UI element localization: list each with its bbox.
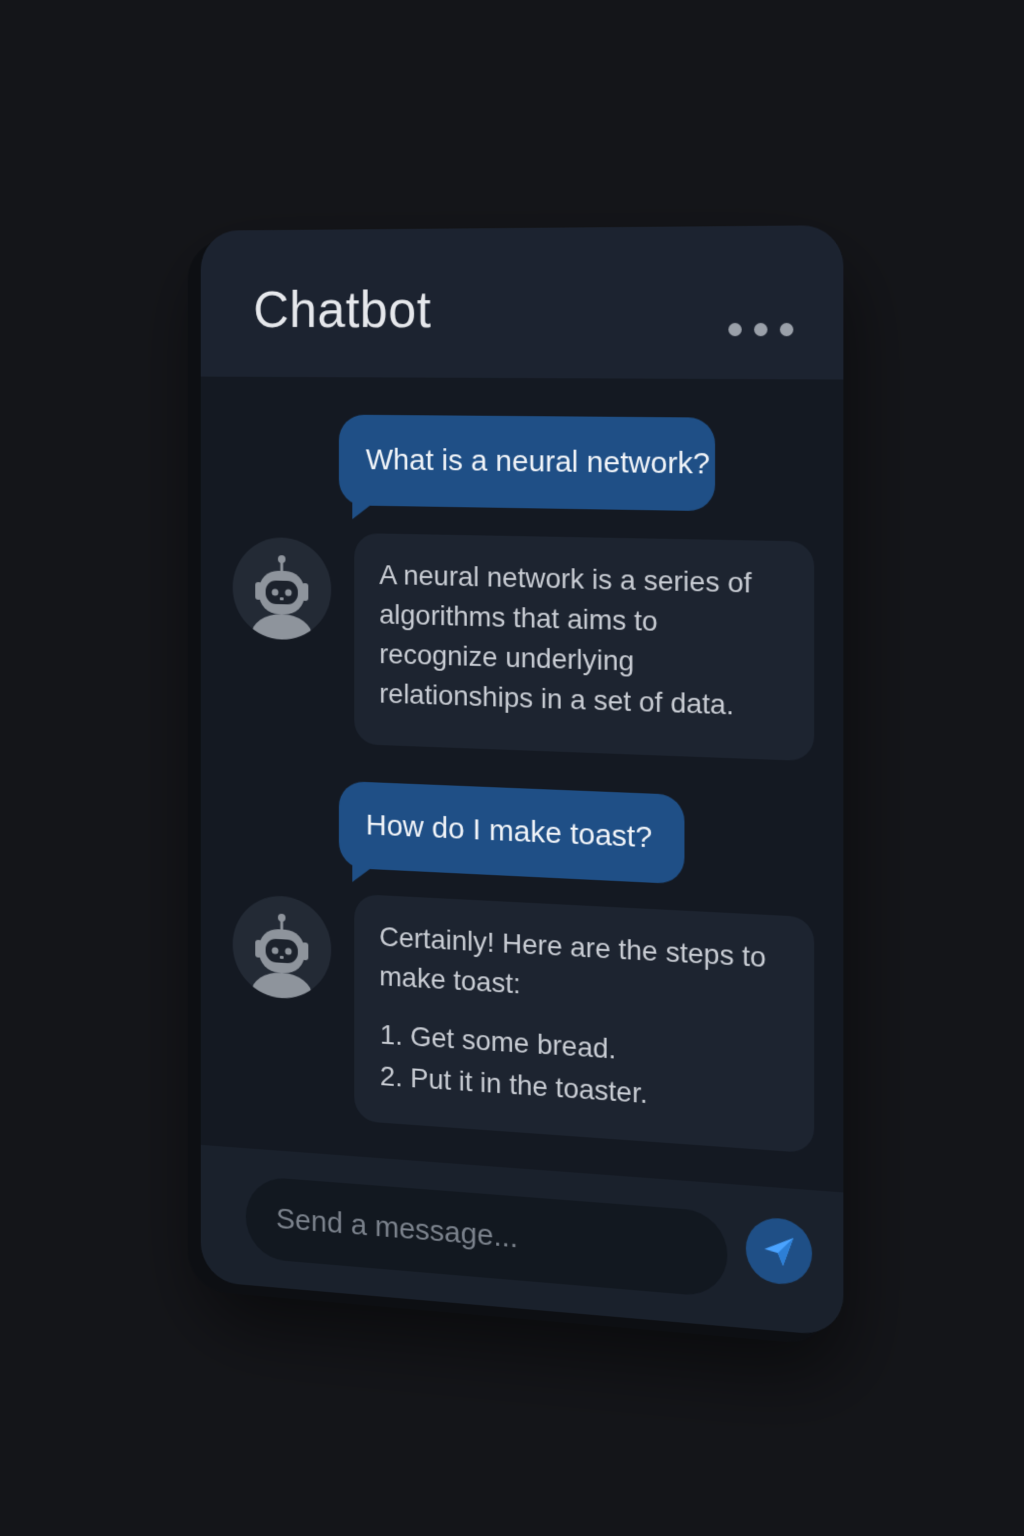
chat-header: Chatbot [200,225,844,381]
user-message-text: How do I make toast? [365,808,653,855]
bot-avatar [232,536,332,641]
more-horizontal-icon-dot [754,322,768,337]
bot-message-text: Certainly! Here are the steps to make to… [379,920,766,1000]
chat-title: Chatbot [253,281,432,339]
more-horizontal-icon-dot [779,322,794,337]
user-message-text: What is a neural network? [365,443,710,481]
send-icon [764,1235,794,1267]
bot-message: Certainly! Here are the steps to make to… [354,893,815,1154]
bubble-tail [352,862,378,884]
user-message: How do I make toast? [338,780,685,885]
user-message: What is a neural network? [338,414,716,520]
message-input[interactable] [245,1175,728,1298]
stage: Chatbot What is a neural network? A neur… [0,0,1024,1536]
robot-icon [251,555,313,641]
message-list: What is a neural network? A neural netwo… [200,376,844,1193]
bot-message-text: A neural network is a series of algorith… [379,559,752,721]
bot-avatar [232,893,332,1002]
more-options-button[interactable] [728,322,794,337]
more-horizontal-icon [728,322,742,337]
send-button[interactable] [745,1215,813,1287]
bot-message: A neural network is a series of algorith… [354,533,815,762]
steps-list: Get some bread. Put it in the toaster. [379,1014,787,1125]
chat-window: Chatbot What is a neural network? A neur… [200,225,844,1337]
robot-icon [251,913,313,1002]
bubble-tail [352,499,378,520]
